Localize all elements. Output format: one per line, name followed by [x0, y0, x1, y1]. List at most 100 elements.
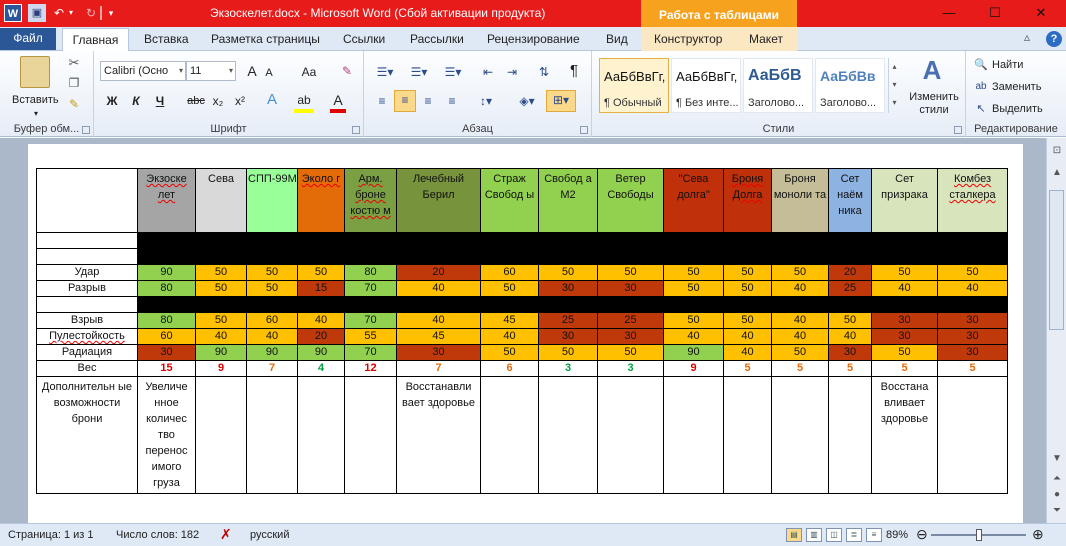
stat-value-cell[interactable]: 50	[771, 264, 829, 281]
minimize-ribbon-icon[interactable]: ▵	[1024, 30, 1030, 44]
stat-label-cell[interactable]: Пулестойкость	[36, 328, 138, 345]
shrink-font-icon[interactable]: A	[262, 64, 276, 82]
stat-value-cell[interactable]: 70	[344, 312, 397, 329]
stat-value-cell[interactable]: 30	[937, 344, 1008, 361]
stat-value-cell[interactable]: 25	[538, 312, 598, 329]
stat-value-cell[interactable]: 40	[771, 280, 829, 297]
extra-value-cell[interactable]: Восстана вливает здоровье	[871, 376, 938, 494]
borders-icon[interactable]: ⊞▾	[546, 90, 576, 112]
stat-value-cell[interactable]: 50	[663, 312, 724, 329]
stat-value-cell[interactable]: 20	[828, 264, 872, 281]
stat-value-cell[interactable]: 30	[871, 328, 938, 345]
customize-qat-icon[interactable]: ▾	[106, 4, 116, 22]
tab-review[interactable]: Рецензирование	[487, 31, 580, 51]
tab-insert[interactable]: Вставка	[144, 31, 189, 51]
weight-value-cell[interactable]: 12	[344, 360, 397, 377]
stat-value-cell[interactable]: 20	[297, 328, 345, 345]
outline-view-icon[interactable]: ≣	[846, 528, 862, 542]
align-center-icon[interactable]: ≡	[394, 90, 416, 112]
multilevel-list-icon[interactable]: ☰▾	[440, 63, 466, 81]
armor-header-cell[interactable]: Сет наём ника	[828, 168, 872, 233]
sort-icon[interactable]: ⇅	[534, 63, 554, 81]
paragraph-launcher-icon[interactable]	[580, 126, 588, 134]
replace-icon[interactable]: ab	[974, 78, 988, 96]
stat-value-cell[interactable]: 40	[480, 328, 539, 345]
tab-layout[interactable]: Макет	[749, 31, 783, 51]
weight-value-cell[interactable]: 4	[297, 360, 345, 377]
stat-value-cell[interactable]: 50	[597, 264, 664, 281]
stat-value-cell[interactable]: 90	[663, 344, 724, 361]
blank-label-cell[interactable]	[36, 232, 138, 249]
weight-value-cell[interactable]: 5	[937, 360, 1008, 377]
paste-button[interactable]: Вставить	[12, 93, 59, 107]
italic-icon[interactable]: К	[128, 92, 144, 110]
ruler-toggle-icon[interactable]: ⊡	[1050, 142, 1064, 160]
zoom-slider-thumb[interactable]	[975, 529, 982, 541]
stat-label-cell[interactable]: Радиация	[36, 344, 138, 361]
armor-header-cell[interactable]: Комбез сталкера	[937, 168, 1008, 233]
weight-label-cell[interactable]: Вес	[36, 360, 138, 377]
stat-value-cell[interactable]: 50	[246, 280, 298, 297]
font-size-combo[interactable]: 11 ▾	[186, 61, 236, 81]
copy-icon[interactable]: ❐	[66, 74, 82, 92]
stat-value-cell[interactable]: 30	[396, 344, 481, 361]
extra-value-cell[interactable]	[480, 376, 539, 494]
clear-formatting-icon[interactable]: ✎	[338, 62, 356, 80]
stat-value-cell[interactable]: 50	[246, 264, 298, 281]
style-normal[interactable]: АаБбВвГг, ¶ Обычный	[599, 58, 669, 113]
stat-value-cell[interactable]: 70	[344, 344, 397, 361]
stat-value-cell[interactable]: 55	[344, 328, 397, 345]
weight-value-cell[interactable]: 3	[597, 360, 664, 377]
justify-icon[interactable]: ≡	[442, 92, 462, 110]
word-count[interactable]: Число слов: 182	[116, 529, 199, 541]
tab-mailings[interactable]: Рассылки	[410, 31, 464, 51]
black-filled-cell[interactable]	[137, 248, 1008, 265]
style-heading-1[interactable]: АаБбВ Заголово...	[743, 58, 813, 113]
armor-header-cell[interactable]: Сет призрака	[871, 168, 938, 233]
change-case-icon[interactable]: Aa	[298, 63, 320, 81]
scroll-thumb[interactable]	[1049, 190, 1064, 330]
armor-header-cell[interactable]: Лечебный Берил	[396, 168, 481, 233]
align-right-icon[interactable]: ≡	[418, 92, 438, 110]
armor-header-cell[interactable]: "Сева долга"	[663, 168, 724, 233]
stat-value-cell[interactable]: 30	[828, 344, 872, 361]
weight-value-cell[interactable]: 9	[195, 360, 247, 377]
weight-value-cell[interactable]: 5	[771, 360, 829, 377]
stat-label-cell[interactable]: Взрыв	[36, 312, 138, 329]
superscript-icon[interactable]: x²	[232, 92, 248, 110]
armor-header-cell[interactable]: Сева	[195, 168, 247, 233]
find-button[interactable]: Найти	[992, 58, 1023, 72]
highlight-color-icon[interactable]: ab	[294, 91, 314, 113]
stat-value-cell[interactable]: 40	[195, 328, 247, 345]
word-app-icon[interactable]: W	[4, 4, 22, 22]
find-icon[interactable]: 🔍	[974, 56, 988, 74]
weight-value-cell[interactable]: 7	[246, 360, 298, 377]
stat-value-cell[interactable]: 60	[246, 312, 298, 329]
stat-value-cell[interactable]: 50	[195, 280, 247, 297]
styles-scroll-icon[interactable]: ▴ ▾ ▾	[888, 58, 900, 113]
weight-value-cell[interactable]: 7	[396, 360, 481, 377]
document-page[interactable]: Экзоске лет Сева СПП-99М Эколо г Арм. броне …	[28, 144, 1023, 524]
change-styles-icon[interactable]: A	[910, 55, 954, 85]
replace-button[interactable]: Заменить	[992, 80, 1041, 94]
paste-dropdown-icon[interactable]: ▾	[34, 107, 38, 121]
clipboard-launcher-icon[interactable]	[82, 126, 90, 134]
stat-value-cell[interactable]: 60	[480, 264, 539, 281]
stat-value-cell[interactable]: 30	[597, 328, 664, 345]
stat-value-cell[interactable]: 50	[771, 344, 829, 361]
weight-value-cell[interactable]: 3	[538, 360, 598, 377]
black-filled-cell[interactable]	[137, 296, 1008, 313]
stat-value-cell[interactable]: 15	[297, 280, 345, 297]
stat-value-cell[interactable]: 30	[597, 280, 664, 297]
stat-value-cell[interactable]: 50	[723, 264, 772, 281]
armor-header-cell[interactable]: Ветер Свободы	[597, 168, 664, 233]
stat-value-cell[interactable]: 40	[937, 280, 1008, 297]
stat-value-cell[interactable]: 50	[538, 264, 598, 281]
style-heading-2[interactable]: АаБбВв Заголово...	[815, 58, 885, 113]
armor-header-cell[interactable]: Броня моноли та	[771, 168, 829, 233]
stat-value-cell[interactable]: 30	[937, 328, 1008, 345]
font-color-icon[interactable]: A	[330, 91, 346, 113]
zoom-level[interactable]: 89%	[886, 529, 908, 541]
change-styles-button[interactable]: Изменить стили	[904, 91, 964, 117]
stat-value-cell[interactable]: 50	[195, 264, 247, 281]
